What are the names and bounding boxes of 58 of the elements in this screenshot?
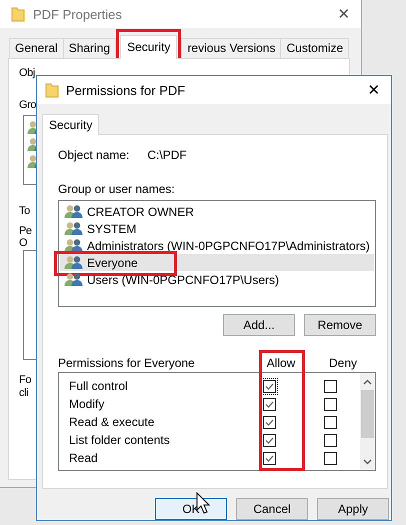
column-header: Allow <box>266 356 296 370</box>
label: Gro <box>19 99 36 111</box>
label: O <box>19 237 28 249</box>
close-icon[interactable]: ✕ <box>329 5 359 23</box>
button[interactable]: Remove <box>304 314 376 336</box>
scroll-down-icon[interactable] <box>363 458 372 464</box>
section-label: Permissions for Everyone <box>58 356 196 370</box>
permission-name: Read & execute <box>68 415 156 429</box>
object-name: C:\PDF <box>147 148 187 162</box>
selected-row[interactable]: Everyone <box>60 254 374 271</box>
users-icon <box>64 238 84 253</box>
button[interactable]: Add... <box>223 314 295 336</box>
button[interactable]: Cancel <box>236 498 308 520</box>
section-label: Group or user names: <box>58 182 176 196</box>
column-header: Deny <box>328 356 357 370</box>
permission-name: Read <box>68 451 99 465</box>
users-icon <box>64 221 84 236</box>
user-name[interactable]: CREATOR OWNER <box>87 204 194 218</box>
tab[interactable]: Security <box>42 114 100 135</box>
checkbox[interactable] <box>324 380 337 392</box>
users-icon <box>64 272 84 287</box>
checkbox[interactable] <box>263 398 276 410</box>
tab[interactable]: Security <box>120 35 178 59</box>
user-name[interactable]: Users (WIN-0PGPCNFO17P\Users) <box>87 272 280 286</box>
user-name[interactable]: Administrators (WIN-0PGPCNFO17P\Administrators) <box>87 238 370 252</box>
dialog-title: Permissions for PDF <box>66 82 186 98</box>
tab[interactable]: revious Versions <box>181 38 282 58</box>
window-title: PDF Properties <box>33 6 123 22</box>
checkbox[interactable] <box>324 452 337 464</box>
button[interactable]: Apply <box>317 498 389 520</box>
label: To <box>19 205 30 217</box>
tab[interactable]: Customize <box>280 38 350 58</box>
label: Fo <box>19 374 32 386</box>
checkbox[interactable] <box>324 416 337 428</box>
checkbox[interactable] <box>263 380 276 392</box>
user-name[interactable]: Everyone <box>87 256 138 270</box>
checkbox[interactable] <box>324 398 337 410</box>
scrollbar[interactable] <box>360 373 375 470</box>
tab[interactable]: Sharing <box>62 38 116 58</box>
scroll-up-icon[interactable] <box>363 378 372 384</box>
permission-name: List folder contents <box>68 433 171 447</box>
checkbox[interactable] <box>263 434 276 446</box>
label: cli <box>19 387 28 399</box>
field-label: Object name: <box>58 148 130 162</box>
label: Obj <box>19 67 35 79</box>
folder-icon <box>11 6 25 22</box>
checkbox[interactable] <box>263 452 276 464</box>
folder-icon <box>45 82 59 98</box>
users-icon <box>64 204 84 219</box>
label: Pe <box>19 225 32 237</box>
close-icon[interactable]: ✕ <box>359 81 389 99</box>
user-name[interactable]: SYSTEM <box>87 222 136 236</box>
permission-name: Full control <box>68 379 129 393</box>
permission-name: Modify <box>68 397 106 411</box>
checkbox[interactable] <box>324 434 337 446</box>
users-icon <box>64 255 84 270</box>
checkbox[interactable] <box>263 416 276 428</box>
tab[interactable]: General <box>9 38 64 58</box>
